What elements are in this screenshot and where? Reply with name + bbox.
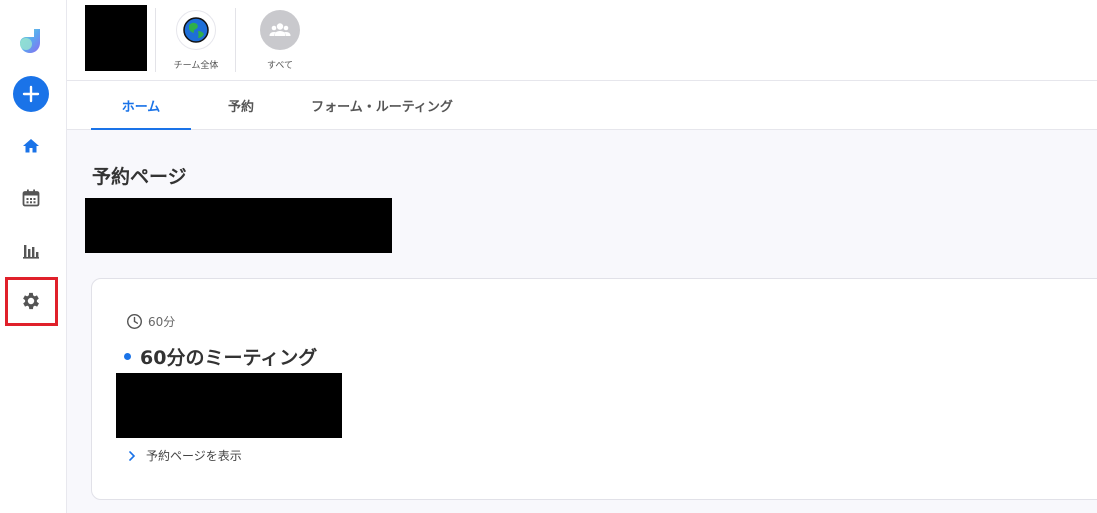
add-button[interactable] — [13, 76, 49, 112]
plus-icon — [22, 85, 40, 103]
duration-label: 60分 — [126, 313, 175, 330]
gear-icon — [23, 292, 39, 310]
tab-home[interactable]: ホーム — [91, 81, 191, 130]
team-item-everyone[interactable]: すべて — [245, 10, 315, 74]
redacted-avatar — [85, 5, 147, 71]
divider — [235, 8, 236, 72]
sidebar-item-settings[interactable] — [13, 283, 49, 319]
event-title[interactable]: 60分のミーティング — [124, 343, 317, 370]
team-item-all[interactable]: チーム全体 — [161, 10, 231, 74]
calendar-icon — [22, 189, 40, 207]
home-icon — [23, 139, 39, 153]
tab-bookings[interactable]: 予約 — [207, 81, 275, 129]
main-content: 予約ページ 60分 60分のミーティング 予約ページを表示 — [67, 130, 1097, 513]
bar-chart-icon — [23, 245, 39, 259]
view-booking-page-link[interactable]: 予約ページを表示 — [128, 447, 242, 464]
event-title-text: 60分のミーティング — [140, 347, 318, 369]
clock-icon — [126, 313, 143, 330]
globe-icon — [183, 17, 209, 43]
sidebar-item-analytics[interactable] — [13, 232, 49, 268]
team-label: すべて — [266, 61, 293, 71]
event-card[interactable]: 60分 60分のミーティング 予約ページを表示 — [91, 278, 1097, 500]
redacted-block — [85, 198, 392, 253]
chevron-right-icon — [129, 450, 136, 461]
view-link-label: 予約ページを表示 — [146, 449, 242, 463]
team-label: チーム全体 — [173, 61, 219, 71]
brand-logo-icon[interactable] — [13, 23, 49, 59]
redacted-description — [116, 373, 342, 438]
sidebar — [0, 0, 67, 513]
team-switcher-bar: チーム全体 すべて — [67, 0, 1097, 81]
app-root: チーム全体 すべて ホーム 予約 フォーム・ルーティング 予約ページ 60分 6… — [0, 0, 1097, 513]
sidebar-item-calendar[interactable] — [13, 180, 49, 216]
duration-text: 60分 — [148, 315, 176, 329]
divider — [155, 8, 156, 72]
tab-bar: ホーム 予約 フォーム・ルーティング — [67, 81, 1097, 130]
page-title: 予約ページ — [92, 166, 187, 188]
group-icon — [269, 23, 291, 36]
tab-forms-routing[interactable]: フォーム・ルーティング — [299, 81, 465, 129]
event-color-dot — [124, 353, 131, 360]
sidebar-item-home[interactable] — [13, 128, 49, 164]
